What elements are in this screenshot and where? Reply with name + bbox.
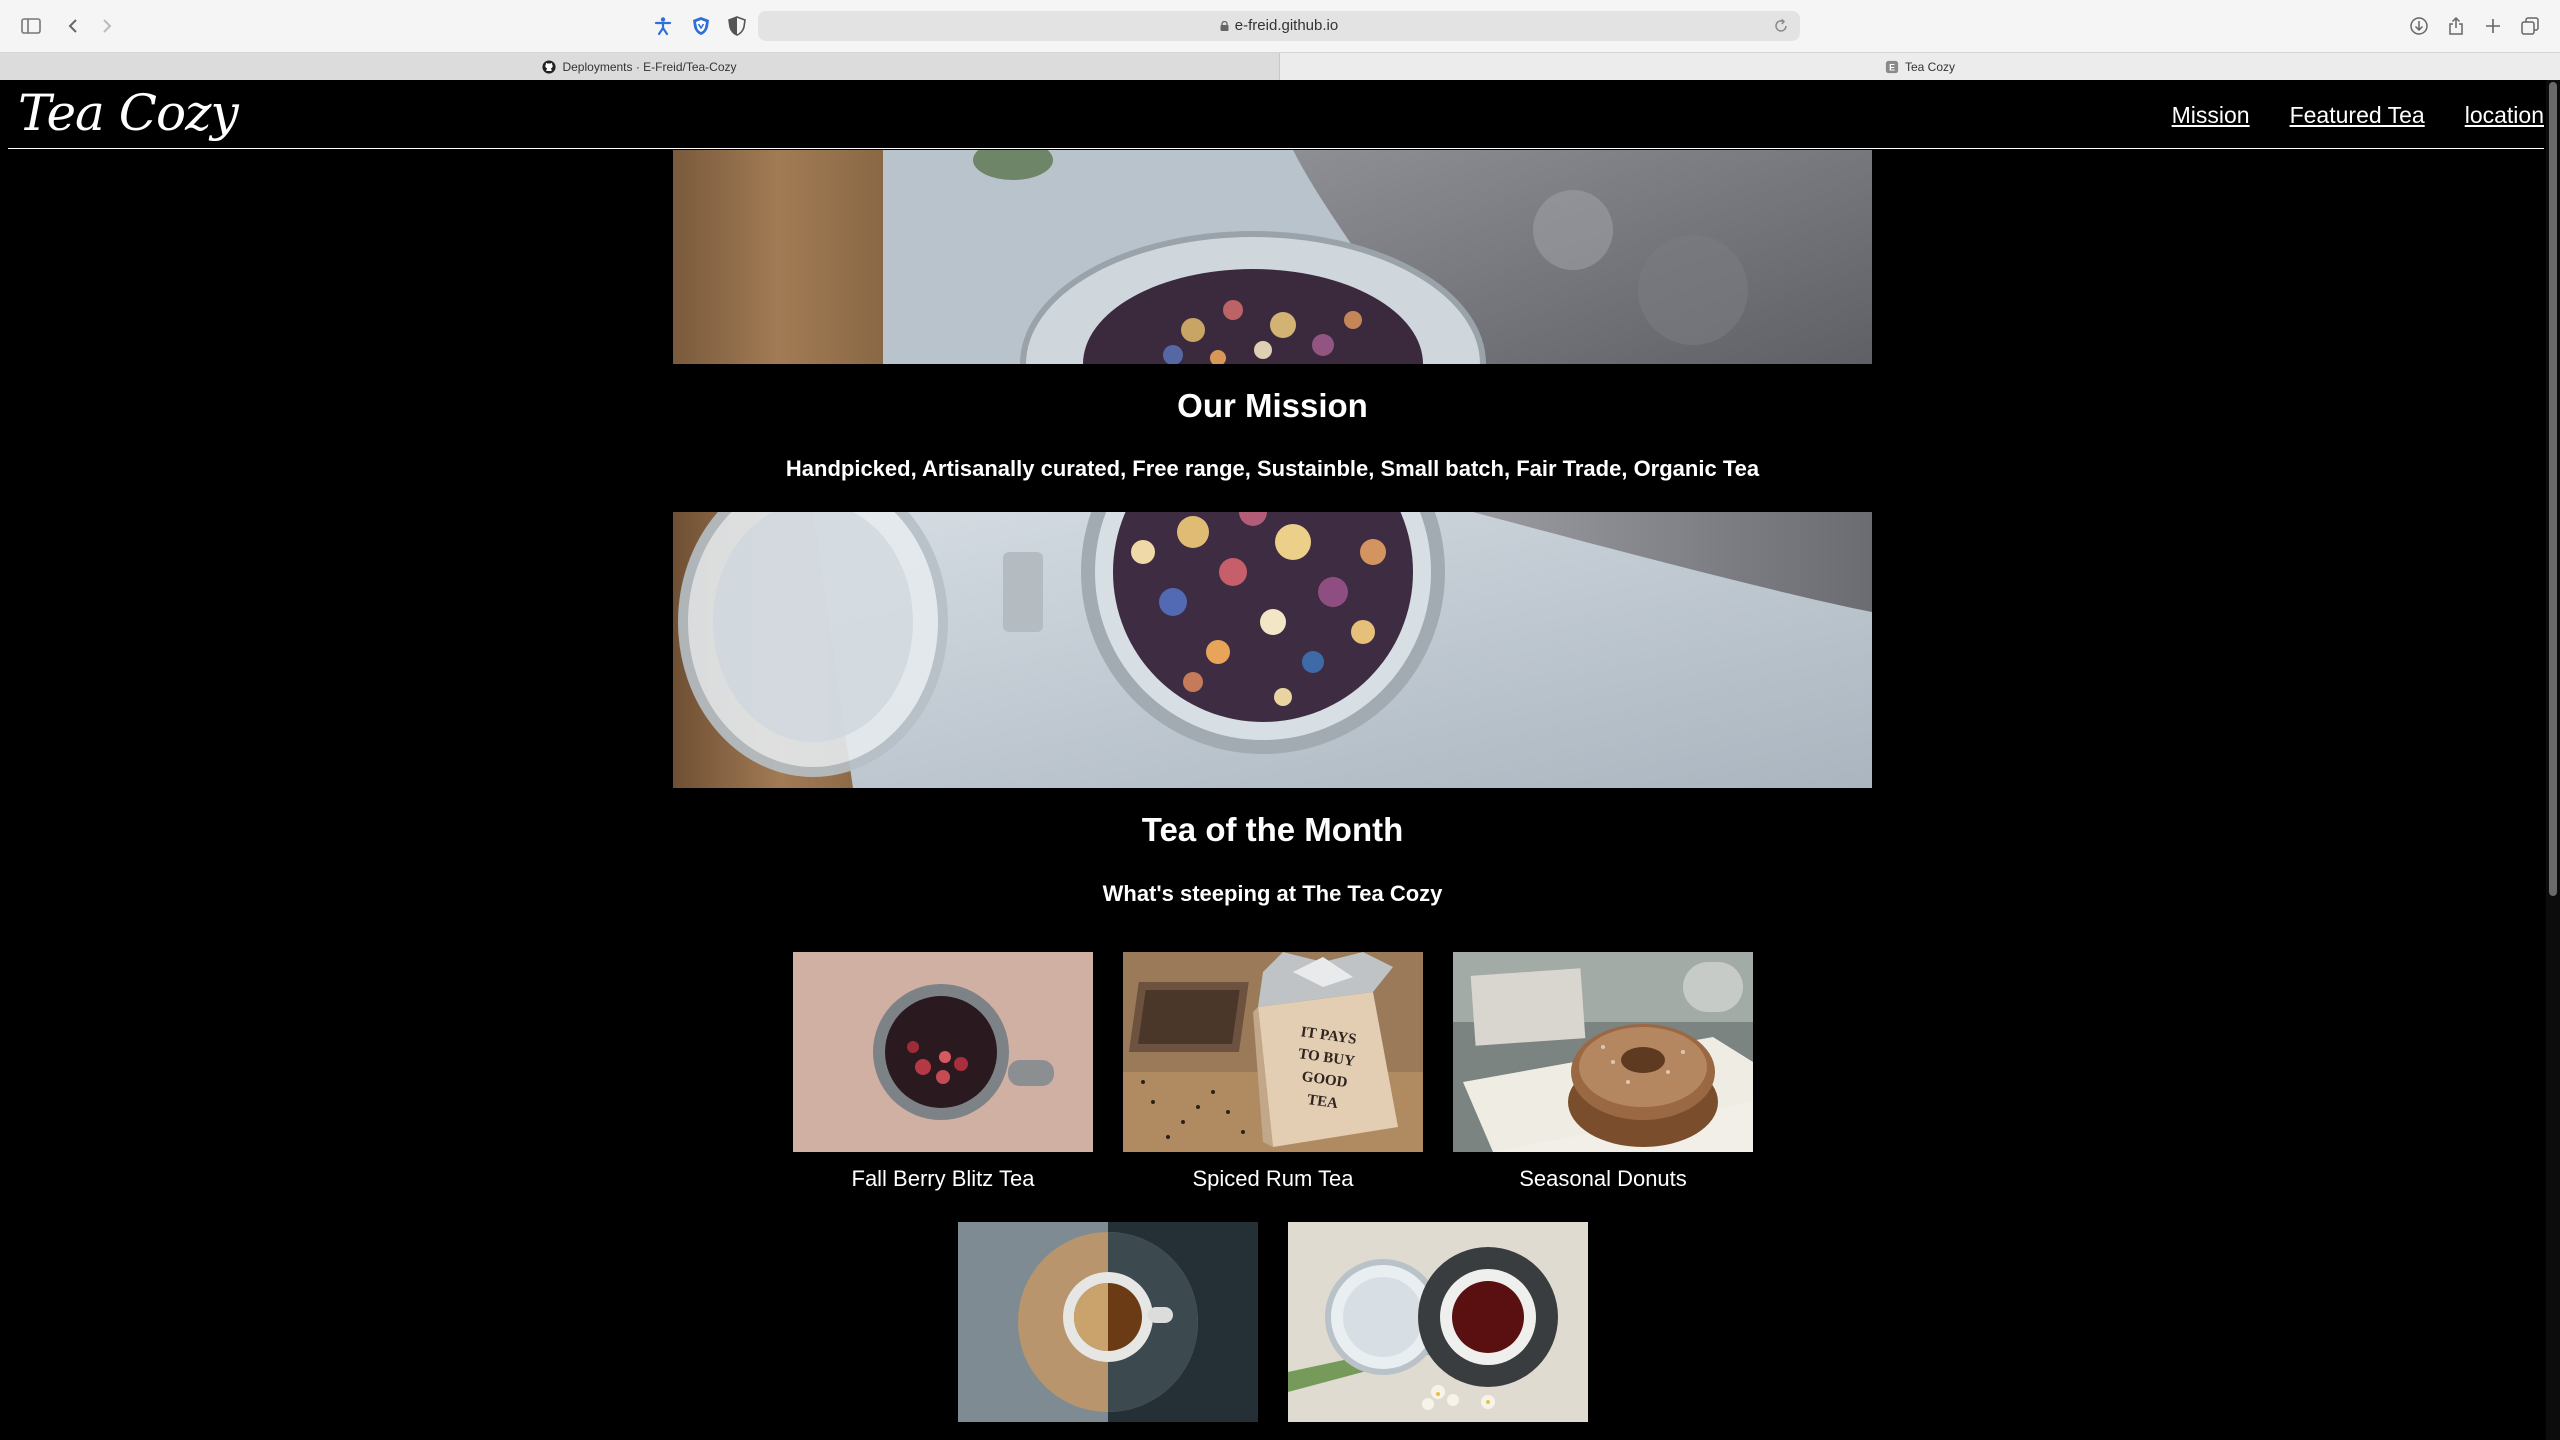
site-logo[interactable]: Tea Cozy [18,84,239,142]
main-nav: Mission Featured Tea location [2172,102,2544,129]
tea-item-seasonal-donuts[interactable]: Seasonal Donuts [1453,952,1753,1192]
tea-item-caption: Seasonal Donuts [1519,1166,1687,1191]
sidebar-toggle-icon[interactable] [18,13,44,39]
hero-image-top [673,150,1872,364]
seasonal-donuts-image [1453,952,1753,1152]
tab-tea-cozy[interactable]: E Tea Cozy [1280,53,2560,80]
shield-extension-icon[interactable] [688,13,714,39]
new-tab-icon[interactable] [2480,13,2506,39]
url-display: e-freid.github.io [758,17,1800,34]
reload-icon[interactable] [1772,17,1790,35]
back-icon[interactable] [60,13,86,39]
tea-jar-cup-image [1288,1222,1588,1422]
browser-toolbar: e-freid.github.io [0,0,2560,52]
featured-subtitle: What's steeping at The Tea Cozy [1102,881,1443,906]
browser-chrome: e-freid.github.io Deployments · E-Freid/… [0,0,2560,80]
nav-link-mission[interactable]: Mission [2172,102,2250,129]
scrollbar-thumb[interactable] [2549,82,2557,896]
tab-deployments[interactable]: Deployments · E-Freid/Tea-Cozy [0,53,1280,80]
svg-text:E: E [1889,62,1895,72]
tea-item-spiced-rum[interactable]: IT PAYS TO BUY GOOD TEA Spiced Rum Tea [1123,952,1423,1192]
nav-link-featured-tea[interactable]: Featured Tea [2290,102,2425,129]
tea-cup-image [958,1222,1258,1422]
page-viewport[interactable]: Tea Cozy Mission Featured Tea location O… [0,80,2546,1440]
nav-link-location[interactable]: location [2465,102,2544,129]
tab-title: Deployments · E-Freid/Tea-Cozy [562,59,737,74]
spiced-rum-image: IT PAYS TO BUY GOOD TEA [1123,952,1423,1152]
tab-overview-icon[interactable] [2517,13,2543,39]
url-text: e-freid.github.io [1234,17,1339,34]
hero-image-mission [673,512,1872,788]
page-scrollbar[interactable] [2546,80,2560,1440]
tea-item-caption: Spiced Rum Tea [1192,1166,1354,1191]
site-favicon-icon: E [1885,60,1899,73]
privacy-report-icon[interactable] [724,13,750,39]
github-icon [542,59,557,74]
tea-item-fall-berry[interactable]: Fall Berry Blitz Tea [793,952,1093,1192]
mission-title: Our Mission [1177,387,1368,424]
tea-item-5[interactable] [1288,1222,1588,1422]
tea-item-4[interactable] [958,1222,1258,1422]
tab-bar: Deployments · E-Freid/Tea-Cozy E Tea Coz… [0,52,2560,80]
accessibility-extension-icon[interactable] [650,13,676,39]
forward-icon[interactable] [94,13,120,39]
tea-item-caption: Fall Berry Blitz Tea [851,1166,1035,1191]
lock-icon [1220,21,1229,31]
tab-title: Tea Cozy [1904,59,1956,74]
share-icon[interactable] [2443,13,2469,39]
site-header: Tea Cozy Mission Featured Tea location [8,80,2544,149]
mission-subtitle: Handpicked, Artisanally curated, Free ra… [785,456,1760,481]
featured-title: Tea of the Month [1141,811,1404,848]
fall-berry-image [793,952,1093,1152]
downloads-icon[interactable] [2406,13,2432,39]
address-bar[interactable]: e-freid.github.io [758,11,1800,41]
